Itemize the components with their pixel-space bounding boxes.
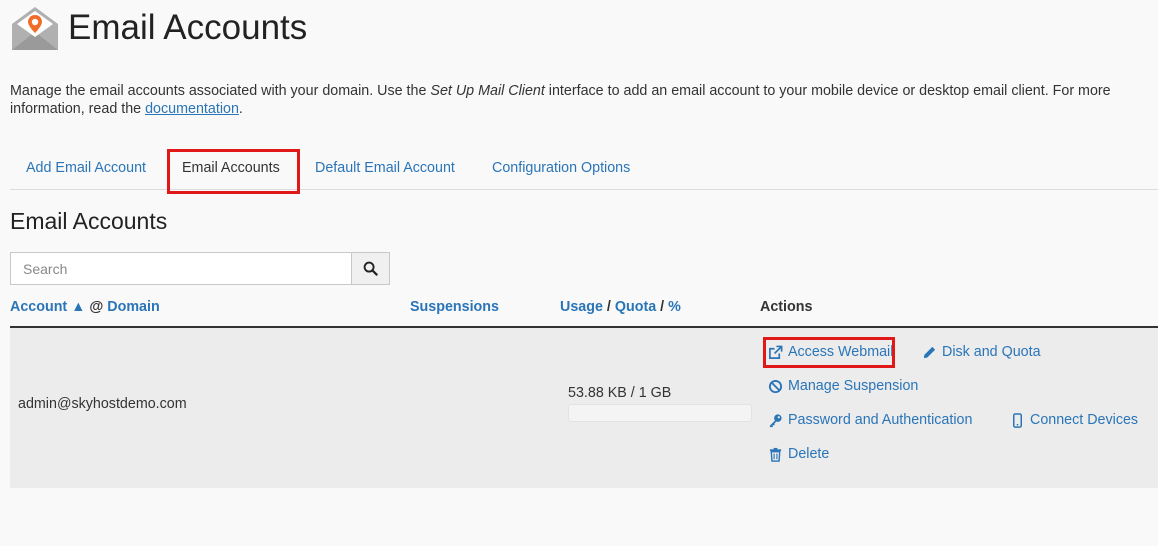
sort-account-link[interactable]: Account	[10, 299, 67, 315]
sort-ascending-icon: ▲	[71, 299, 86, 315]
search-input[interactable]	[10, 252, 351, 285]
set-up-mail-client-label: Set Up Mail Client	[430, 83, 545, 99]
search-bar	[10, 252, 390, 285]
disk-and-quota-link[interactable]: Disk and Quota	[922, 344, 1041, 360]
search-icon	[363, 261, 378, 276]
trash-icon	[769, 447, 782, 462]
tab-default-email-account[interactable]: Default Email Account	[315, 150, 455, 190]
ban-icon	[768, 379, 783, 393]
sort-quota-link[interactable]: Quota	[615, 299, 656, 315]
manage-suspension-link[interactable]: Manage Suspension	[768, 378, 918, 394]
documentation-link[interactable]: documentation	[145, 101, 239, 117]
table-row: admin@skyhostdemo.com 53.88 KB / 1 GB Ac…	[10, 328, 1158, 488]
mobile-phone-icon	[1013, 412, 1022, 428]
intro-text: Manage the email accounts associated wit…	[10, 83, 1111, 117]
tab-configuration-options[interactable]: Configuration Options	[492, 150, 630, 190]
usage-quota-text: 53.88 KB / 1 GB	[568, 385, 672, 401]
column-header-account: Account ▲ @ Domain	[10, 299, 160, 315]
sort-usage-link[interactable]: Usage	[560, 299, 603, 315]
page-title: Email Accounts	[68, 8, 308, 47]
delete-link[interactable]: Delete	[768, 446, 829, 462]
column-header-usage: Usage / Quota / %	[560, 299, 681, 315]
email-accounts-logo-icon	[12, 7, 58, 50]
section-title: Email Accounts	[10, 208, 168, 234]
sort-percent-link[interactable]: %	[668, 299, 681, 315]
tab-highlight-box	[167, 149, 300, 194]
usage-progress-bar	[568, 404, 752, 422]
tab-add-email-account[interactable]: Add Email Account	[26, 150, 146, 190]
column-header-suspensions: Suspensions	[410, 299, 499, 315]
page-header: Email Accounts	[10, 4, 307, 52]
account-email: admin@skyhostdemo.com	[18, 396, 187, 412]
key-icon	[769, 413, 782, 427]
sort-domain-link[interactable]: Domain	[107, 299, 159, 315]
password-and-authentication-link[interactable]: Password and Authentication	[768, 412, 972, 428]
sort-suspensions-link[interactable]: Suspensions	[410, 299, 499, 315]
pencil-icon	[923, 346, 936, 358]
connect-devices-link[interactable]: Connect Devices	[1010, 412, 1138, 428]
search-button[interactable]	[351, 252, 390, 285]
column-header-actions: Actions	[760, 299, 813, 315]
access-webmail-highlight-box	[763, 337, 895, 368]
